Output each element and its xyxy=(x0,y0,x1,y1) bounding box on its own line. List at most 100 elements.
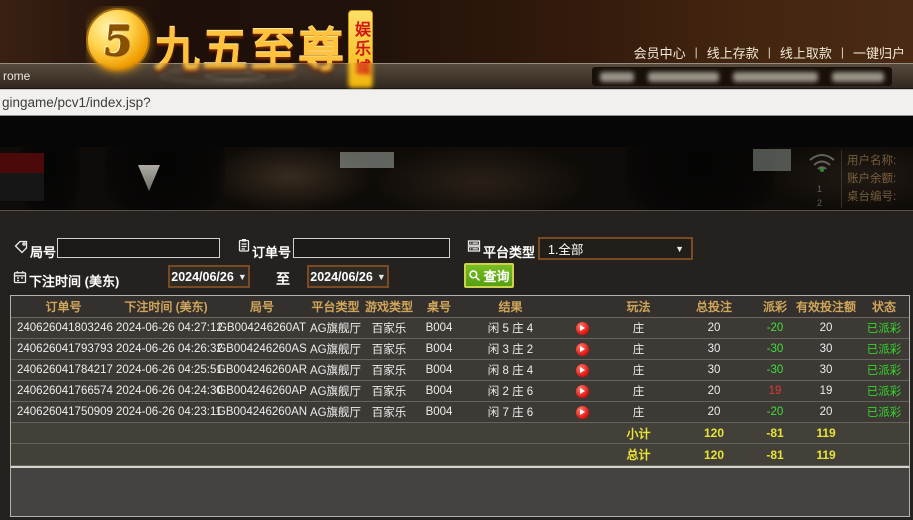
cell-totalbet: 30 xyxy=(671,343,757,355)
bet-records-table: 订单号 下注时间 (美东) 局号 平台类型 游戏类型 桌号 结果 玩法 总投注 … xyxy=(10,295,910,517)
chevron-down-icon: ▼ xyxy=(238,272,247,282)
total-row: 总计 120 -81 119 xyxy=(11,444,909,466)
hud-divider xyxy=(841,150,842,208)
cell-round: GB004246260AR xyxy=(216,364,308,376)
table-row: 240626041793793 2024-06-26 04:26:32 GB00… xyxy=(11,339,909,360)
search-button-label: 查询 xyxy=(483,266,509,285)
cell-platform: AG旗舰厅 xyxy=(308,320,363,336)
nav-online-deposit[interactable]: 线上存款 xyxy=(707,43,759,62)
cell-game: 百家乐 xyxy=(363,362,415,378)
col-header-playtype: 玩法 xyxy=(606,298,671,315)
cell-round: GB004246260AP xyxy=(216,385,308,397)
order-number-input[interactable] xyxy=(293,238,450,258)
status-dot xyxy=(820,168,824,172)
date-to-picker[interactable]: 2024/06/26 ▼ xyxy=(307,265,389,288)
nav-online-withdraw[interactable]: 线上取款 xyxy=(780,43,832,62)
table-row: 240626041750909 2024-06-26 04:23:11 GB00… xyxy=(11,402,909,423)
platform-type-label: 平台类型 xyxy=(483,242,535,261)
cell-round: GB004246260AN xyxy=(216,406,308,418)
subtotal-valid: 119 xyxy=(793,426,859,440)
platform-type-select[interactable]: 1.全部 ▼ xyxy=(538,237,693,260)
cell-validbet: 19 xyxy=(793,385,859,397)
address-url[interactable]: gingame/pcv1/index.jsp? xyxy=(2,95,151,110)
site-logo[interactable]: 5 九五至尊 娱乐城 5 九五至尊 娱乐城 xyxy=(86,6,386,92)
col-header-payout: 派彩 xyxy=(757,298,793,315)
nav-member-center[interactable]: 会员中心 xyxy=(634,43,686,62)
nav-separator: | xyxy=(695,45,698,59)
table-row: 240626041784217 2024-06-26 04:25:51 GB00… xyxy=(11,360,909,381)
dark-corner-block xyxy=(0,173,44,201)
subtotal-label: 小计 xyxy=(606,425,671,442)
banner-window-light xyxy=(753,149,791,171)
replay-play-icon[interactable] xyxy=(576,322,589,335)
cell-platform: AG旗舰厅 xyxy=(308,341,363,357)
cell-result: 闲 7 庄 6 xyxy=(463,404,558,420)
subtotal-bet: 120 xyxy=(671,426,757,440)
table-row: 240626041766574 2024-06-26 04:24:30 GB00… xyxy=(11,381,909,402)
date-from-picker[interactable]: 2024/06/26 ▼ xyxy=(168,265,250,288)
banner-hud-overlay: 用户名称: 账户余额: 桌台编号: 1 2 xyxy=(791,148,911,210)
cell-status: 已派彩 xyxy=(859,320,909,336)
cell-game: 百家乐 xyxy=(363,404,415,420)
browser-address-bar[interactable]: gingame/pcv1/index.jsp? xyxy=(0,89,913,116)
cell-order: 240626041803246 xyxy=(11,322,116,334)
replay-play-icon[interactable] xyxy=(576,385,589,398)
round-number-label: 局号 xyxy=(30,242,56,261)
page: 会员中心 | 线上存款 | 线上取款 | 一键归户 rome gingame/p… xyxy=(0,0,913,520)
cell-validbet: 20 xyxy=(793,406,859,418)
total-payout: -81 xyxy=(757,448,793,462)
logo-coin-digit: 5 xyxy=(101,16,135,65)
top-nav: 会员中心 | 线上存款 | 线上取款 | 一键归户 xyxy=(634,43,905,61)
cell-totalbet: 20 xyxy=(671,385,757,397)
col-header-round: 局号 xyxy=(216,298,308,315)
banner-figure xyxy=(105,147,225,210)
browser-tab[interactable]: rome xyxy=(3,69,30,83)
cell-round: GB004246260AS xyxy=(216,343,308,355)
col-header-order: 订单号 xyxy=(11,298,116,315)
blurred-text-block xyxy=(733,72,818,82)
cell-platform: AG旗舰厅 xyxy=(308,362,363,378)
col-header-time: 下注时间 (美东) xyxy=(116,298,216,315)
col-header-validbet: 有效投注额 xyxy=(793,298,859,315)
clipboard-icon xyxy=(237,238,251,252)
casino-photo-banner: 用户名称: 账户余额: 桌台编号: 1 2 xyxy=(0,147,913,210)
replay-play-icon[interactable] xyxy=(576,343,589,356)
cell-result: 闲 3 庄 2 xyxy=(463,341,558,357)
hud-balance-label: 账户余额: xyxy=(847,170,896,186)
cell-table: B004 xyxy=(415,385,463,397)
cell-time: 2024-06-26 04:24:30 xyxy=(116,385,216,397)
content-panel: 局号 订单号 平台类型 1.全部 ▼ 下注时间 (美东) 2024/06/26 … xyxy=(0,210,913,520)
round-number-input[interactable] xyxy=(57,238,220,258)
date-to-value: 2024/06/26 xyxy=(310,270,377,284)
platform-type-value: 1.全部 xyxy=(540,239,675,258)
col-header-platform: 平台类型 xyxy=(308,298,363,315)
replay-play-icon[interactable] xyxy=(576,406,589,419)
replay-play-icon[interactable] xyxy=(576,364,589,377)
cell-order: 240626041750909 xyxy=(11,406,116,418)
cell-round: GB004246260AT xyxy=(216,322,308,334)
bet-time-label: 下注时间 (美东) xyxy=(29,271,119,290)
cell-validbet: 30 xyxy=(793,343,859,355)
cell-time: 2024-06-26 04:27:12 xyxy=(116,322,216,334)
cell-game: 百家乐 xyxy=(363,320,415,336)
cell-validbet: 30 xyxy=(793,364,859,376)
cell-time: 2024-06-26 04:25:51 xyxy=(116,364,216,376)
cell-order: 240626041784217 xyxy=(11,364,116,376)
red-corner-block xyxy=(0,153,44,173)
search-button[interactable]: 查询 xyxy=(464,263,514,288)
cell-game: 百家乐 xyxy=(363,383,415,399)
cell-validbet: 20 xyxy=(793,322,859,334)
cell-table: B004 xyxy=(415,322,463,334)
col-header-totalbet: 总投注 xyxy=(671,298,757,315)
nav-separator: | xyxy=(768,45,771,59)
cell-table: B004 xyxy=(415,406,463,418)
cell-playtype: 庄 xyxy=(606,383,671,399)
blurred-text-block xyxy=(832,72,884,82)
nav-one-key-transfer[interactable]: 一键归户 xyxy=(853,43,905,62)
subtotal-payout: -81 xyxy=(757,426,793,440)
cell-table: B004 xyxy=(415,364,463,376)
cell-time: 2024-06-26 04:26:32 xyxy=(116,343,216,355)
col-header-status: 状态 xyxy=(859,298,909,315)
hud-table-label: 桌台编号: xyxy=(847,188,896,204)
nav-separator: | xyxy=(841,45,844,59)
